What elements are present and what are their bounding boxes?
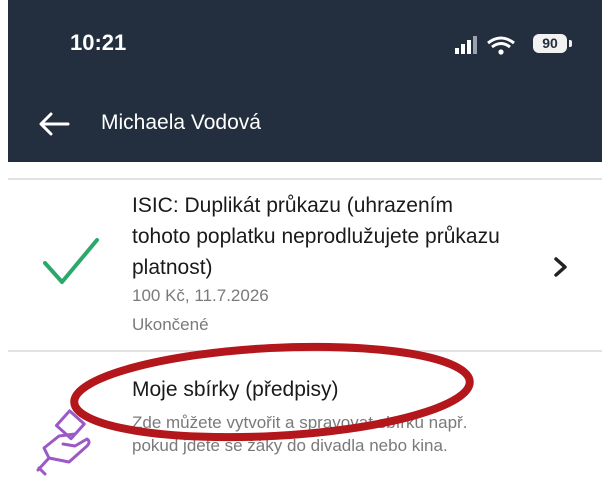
status-time: 10:21 — [70, 30, 127, 55]
collections-description: Zde můžete vytvořit a spravovat sbírku n… — [132, 413, 468, 455]
battery-tip — [569, 40, 572, 47]
hand-money-icon — [36, 409, 91, 476]
check-icon — [43, 238, 99, 284]
status-bar: 10:21 90 — [8, 0, 602, 90]
signal-wifi-icon — [455, 36, 515, 55]
item-title: ISIC: Duplikát průkazu (uhrazením tohoto… — [132, 194, 500, 279]
item-status: Ukončené — [132, 315, 209, 334]
page-title: Michaela Vodová — [101, 111, 261, 134]
collections-title: Moje sbírky (předpisy) — [132, 378, 339, 401]
app-header: 10:21 90 Michaela Vodová — [8, 0, 602, 162]
battery-indicator: 90 — [533, 34, 567, 53]
chevron-right-icon[interactable] — [553, 256, 569, 278]
back-arrow-icon[interactable] — [38, 111, 70, 137]
item-meta: 100 Kč, 11.7.2026 — [132, 286, 269, 305]
